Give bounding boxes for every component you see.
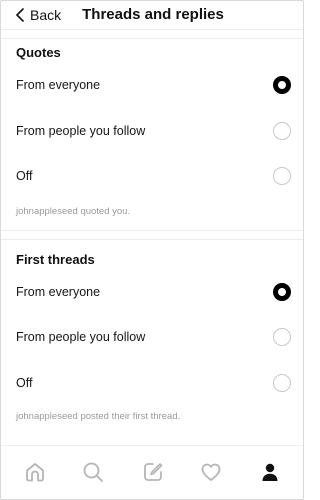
profile-icon: [262, 463, 278, 481]
header: Back Threads and replies: [1, 1, 303, 29]
radio-unselected[interactable]: [273, 122, 291, 140]
back-label: Back: [30, 7, 62, 23]
tab-profile[interactable]: [258, 460, 282, 484]
option-label: Off: [16, 169, 33, 183]
notification-settings-screen: Back Threads and replies Quotes From eve…: [0, 0, 304, 500]
section-title-first-threads: First threads: [16, 252, 95, 267]
option-label: From people you follow: [16, 330, 146, 344]
section-separator: [1, 29, 303, 39]
quotes-option-off[interactable]: Off: [1, 157, 303, 197]
home-icon: [26, 463, 44, 482]
first-threads-option-following[interactable]: From people you follow: [1, 318, 303, 358]
first-threads-preview-note: johnappleseed posted their first thread.: [16, 411, 181, 422]
compose-icon: [144, 463, 163, 481]
option-label: Off: [16, 376, 33, 390]
quotes-option-everyone[interactable]: From everyone: [1, 66, 303, 106]
option-label: From everyone: [16, 285, 101, 299]
tab-compose[interactable]: [141, 460, 165, 484]
tab-home[interactable]: [23, 460, 47, 484]
option-label: From everyone: [16, 78, 101, 92]
section-title-quotes: Quotes: [16, 45, 61, 60]
search-icon: [83, 462, 103, 482]
radio-unselected[interactable]: [273, 374, 291, 392]
radio-selected[interactable]: [273, 76, 291, 94]
chevron-left-icon: [16, 8, 24, 22]
option-label: From people you follow: [16, 124, 146, 138]
first-threads-option-everyone[interactable]: From everyone: [1, 273, 303, 313]
back-button[interactable]: Back: [15, 5, 61, 25]
quotes-option-following[interactable]: From people you follow: [1, 112, 303, 152]
radio-unselected[interactable]: [273, 328, 291, 346]
radio-selected[interactable]: [273, 283, 291, 301]
first-threads-option-off[interactable]: Off: [1, 364, 303, 404]
page-title-text: Threads and replies: [82, 6, 224, 23]
radio-unselected[interactable]: [273, 167, 291, 185]
heart-icon: [201, 463, 221, 481]
quotes-preview-note: johnappleseed quoted you.: [16, 206, 131, 217]
section-separator: [1, 230, 303, 240]
tab-search[interactable]: [81, 460, 105, 484]
bottom-tab-bar: [1, 445, 303, 500]
tab-activity[interactable]: [199, 460, 223, 484]
